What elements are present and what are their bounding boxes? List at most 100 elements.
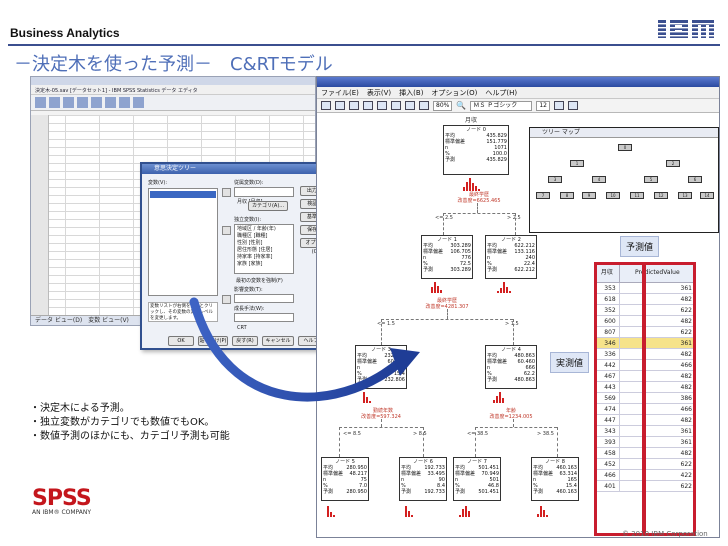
actual-cell[interactable]: 442 [594,359,620,371]
tree-node-5[interactable]: ノード 5 平均 280.950 標準偏差 48.217 n 75 % 7.0 予測 28… [321,457,369,501]
independent-item[interactable]: 居住形態 [住居] [237,247,291,254]
map-node[interactable]: 5 [644,176,658,183]
predicted-cell[interactable]: 482 [618,315,697,327]
data-editor-toolbar[interactable] [31,95,315,111]
actual-cell[interactable]: 466 [594,469,620,481]
dependent-field[interactable]: 月収 [月収] [234,187,294,205]
redo-icon[interactable] [91,97,102,108]
menu-insert[interactable]: 挿入(B) [399,88,423,98]
zoom-select[interactable]: 80% [433,100,453,111]
grid-icon[interactable] [405,101,415,110]
tree-view-icon[interactable] [321,101,331,110]
tree-node-2[interactable]: ノード 2 平均 622.212 標準偏差 133.116 n 240 % 22.4 予… [485,235,537,279]
align-icon[interactable] [553,101,564,110]
open-icon[interactable] [35,97,46,108]
actual-cell[interactable]: 474 [594,403,620,415]
actual-cell[interactable]: 447 [594,414,620,426]
predicted-cell[interactable]: 466 [618,403,697,415]
find-icon[interactable] [133,97,144,108]
style-icon[interactable] [567,101,578,110]
variables-list[interactable]: お客様番号 [顧客番号] [148,188,218,296]
map-node[interactable]: 3 [548,176,562,183]
independent-item[interactable]: 地域区 / 年齢(年) [237,226,291,233]
map-node[interactable]: 9 [582,192,596,199]
dependent-arrow-button[interactable] [222,188,231,197]
predicted-cell[interactable]: 482 [618,370,697,382]
predicted-cell[interactable]: 482 [618,381,697,393]
predicted-cell[interactable]: 361 [618,337,697,349]
predicted-cell[interactable]: 361 [618,436,697,448]
node-icon[interactable] [363,101,373,110]
chart-view-icon[interactable] [349,101,359,110]
zoom-icon[interactable]: 🔍 [456,101,466,110]
menu-help[interactable]: ヘルプ(H) [485,88,517,98]
save-icon[interactable] [49,97,60,108]
tree-node-6[interactable]: ノード 6 平均 192.733 標準偏差 33.495 n 90 % 8.4 予測 19… [399,457,447,501]
map-node[interactable]: 0 [618,144,632,151]
predicted-cell[interactable]: 622 [618,480,697,492]
tree-node-0[interactable]: ノード 0 平均 435.829 標準偏差 151.779 n 1071 % 100.0… [443,125,509,175]
predicted-cell[interactable]: 422 [618,469,697,481]
actual-cell[interactable]: 336 [594,348,620,360]
category-button[interactable]: カテゴリ(A)... [248,201,288,211]
column-header-predicted[interactable]: PredictedValue [618,262,697,283]
actual-cell[interactable]: 346 [594,337,620,349]
table-view-icon[interactable] [335,101,345,110]
map-node[interactable]: 12 [654,192,668,199]
map-node[interactable]: 14 [700,192,714,199]
menu-options[interactable]: オプション(O) [431,88,477,98]
actual-cell[interactable]: 353 [594,282,620,294]
actual-cell[interactable]: 807 [594,326,620,338]
independent-arrow-button[interactable] [222,226,231,235]
variables-icon[interactable] [119,97,130,108]
map-node[interactable]: 6 [688,176,702,183]
actual-cell[interactable]: 352 [594,304,620,316]
undo-icon[interactable] [77,97,88,108]
independent-item[interactable]: 家族 [家族] [237,261,291,268]
actual-cell[interactable]: 452 [594,458,620,470]
predicted-cell[interactable]: 482 [618,447,697,459]
variables-list-item[interactable]: お客様番号 [顧客番号] [150,191,216,208]
predicted-cell[interactable]: 482 [618,348,697,360]
actual-cell[interactable]: 569 [594,392,620,404]
actual-cell[interactable]: 600 [594,315,620,327]
actual-cell[interactable]: 618 [594,293,620,305]
predicted-cell[interactable]: 386 [618,392,697,404]
actual-cell[interactable]: 343 [594,425,620,437]
map-node[interactable]: 11 [630,192,644,199]
actual-cell[interactable]: 401 [594,480,620,492]
tree-node-4[interactable]: ノード 4 平均 480.863 標準偏差 60.460 n 666 % 62.2 予測… [485,345,537,389]
independent-item[interactable]: 職種区 [職種] [237,233,291,240]
predicted-cell[interactable]: 361 [618,282,697,294]
map-node[interactable]: 13 [678,192,692,199]
map-node[interactable]: 2 [666,160,680,167]
menu-file[interactable]: ファイル(E) [321,88,359,98]
force-first-checkbox[interactable]: 最初の変数を強制(F) [236,277,283,284]
expand-icon[interactable] [391,101,401,110]
predicted-cell[interactable]: 622 [618,304,697,316]
layout-icon[interactable] [419,101,429,110]
map-node[interactable]: 7 [536,192,550,199]
predicted-cell[interactable]: 622 [618,458,697,470]
tree-node-1[interactable]: ノード 1 平均 303.289 標準偏差 106.705 n 776 % 72.5 予… [421,235,473,279]
independent-item[interactable]: 性別 [性別] [237,240,291,247]
tree-node-7[interactable]: ノード 7 平均 501.451 標準偏差 70.949 n 501 % 46.8 予測… [453,457,501,501]
predicted-cell[interactable]: 622 [618,326,697,338]
predicted-cell[interactable]: 466 [618,359,697,371]
map-node[interactable]: 10 [606,192,620,199]
goto-icon[interactable] [105,97,116,108]
predicted-cell[interactable]: 361 [618,425,697,437]
map-node[interactable]: 1 [570,160,584,167]
actual-cell[interactable]: 467 [594,370,620,382]
tree-node-8[interactable]: ノード 8 平均 460.163 標準偏差 63.314 n 165 % 15.4 予測… [531,457,579,501]
font-size-select[interactable]: 12 [536,100,550,111]
menu-view[interactable]: 表示(V) [367,88,391,98]
actual-cell[interactable]: 458 [594,447,620,459]
tree-map-window[interactable]: ツリー マップ 0 1 2 3 4 5 6 7 8 9 10 11 12 13 … [529,127,719,233]
independent-list[interactable]: 地域区 / 年齢(年) 職種区 [職種] 性別 [性別] 居住形態 [住居] 持… [234,224,294,274]
independent-item[interactable]: 持家率 [持家率] [237,254,291,261]
actual-cell[interactable]: 393 [594,436,620,448]
font-select[interactable]: ＭＳ Ｐゴシック [470,100,533,111]
map-node[interactable]: 4 [592,176,606,183]
predicted-cell[interactable]: 482 [618,414,697,426]
